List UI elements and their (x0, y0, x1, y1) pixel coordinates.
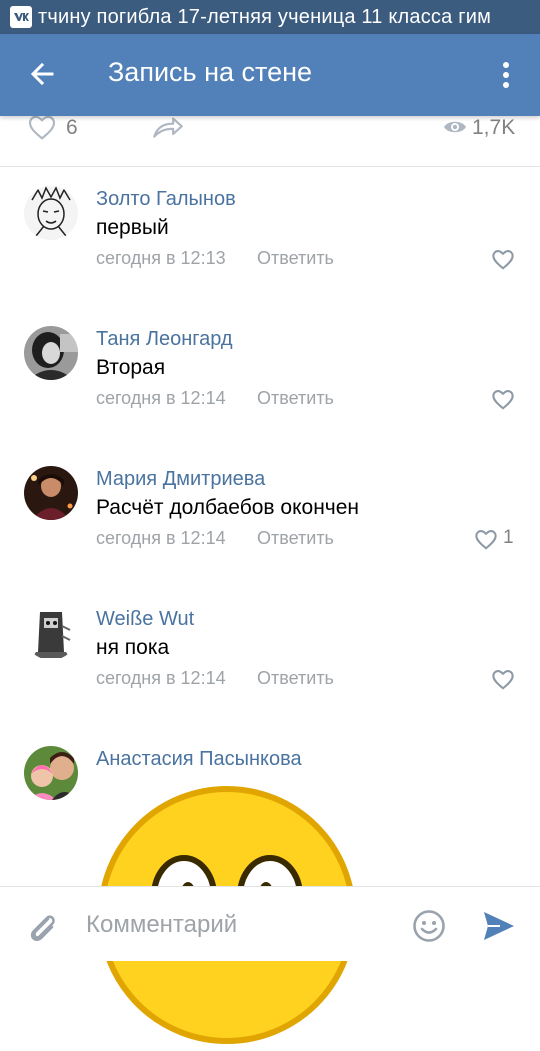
status-bar: тчину погибла 17-летняя ученица 11 класс… (0, 0, 540, 34)
post-like-count: 6 (66, 116, 78, 139)
page-title: Запись на стене (108, 57, 313, 87)
comment-item: Weiße Wut ня пока сегодня в 12:14 Ответи… (0, 606, 540, 746)
post-view-count: 1,7K (472, 116, 516, 139)
heart-icon[interactable] (26, 115, 58, 140)
avatar[interactable] (24, 326, 78, 380)
comment-composer (0, 886, 540, 961)
post-stats: 6 1,7K (0, 115, 540, 167)
app-bar: Запись на стене (0, 34, 540, 116)
comment-text: первый (96, 216, 169, 239)
comment-author[interactable]: Таня Леонгард (96, 328, 233, 351)
comment-item: Золто Галынов первый сегодня в 12:13 Отв… (0, 186, 540, 326)
heart-icon[interactable] (492, 670, 514, 690)
comment-author[interactable]: Weiße Wut (96, 608, 194, 631)
paperclip-icon[interactable] (26, 909, 58, 943)
comment-author[interactable]: Анастасия Пасынкова (96, 748, 302, 771)
avatar[interactable] (24, 746, 78, 800)
comment-author[interactable]: Золто Галынов (96, 188, 236, 211)
heart-icon[interactable] (475, 530, 497, 550)
reply-button[interactable]: Ответить (257, 668, 334, 689)
avatar[interactable] (24, 186, 78, 240)
comment-timestamp: сегодня в 12:13 (96, 248, 226, 268)
comment-item: Таня Леонгард Вторая сегодня в 12:14 Отв… (0, 326, 540, 466)
comment-timestamp: сегодня в 12:14 (96, 528, 226, 548)
reply-button[interactable]: Ответить (257, 248, 334, 269)
comment-timestamp: сегодня в 12:14 (96, 388, 226, 408)
reply-button[interactable]: Ответить (257, 388, 334, 409)
more-vertical-icon[interactable] (496, 60, 516, 90)
comment-text: Вторая (96, 356, 166, 379)
smile-icon[interactable] (412, 909, 446, 943)
heart-icon[interactable] (492, 250, 514, 270)
comment-input[interactable] (86, 905, 386, 945)
avatar[interactable] (24, 466, 78, 520)
comment-text: ня пока (96, 636, 170, 659)
share-icon[interactable] (150, 116, 186, 140)
comment-timestamp: сегодня в 12:14 (96, 668, 226, 688)
vk-icon (10, 6, 32, 28)
reply-button[interactable]: Ответить (257, 528, 334, 549)
comment-item: Мария Дмитриева Расчёт долбаебов окончен… (0, 466, 540, 606)
comment-like-count: 1 (503, 527, 514, 548)
eye-icon (443, 118, 467, 136)
arrow-left-icon[interactable] (26, 58, 58, 90)
heart-icon[interactable] (492, 390, 514, 410)
avatar[interactable] (24, 606, 78, 660)
notification-ticker: тчину погибла 17-летняя ученица 11 класс… (38, 5, 492, 28)
send-icon[interactable] (482, 909, 516, 943)
comment-text: Расчёт долбаебов окончен (96, 496, 360, 519)
comment-author[interactable]: Мария Дмитриева (96, 468, 265, 491)
